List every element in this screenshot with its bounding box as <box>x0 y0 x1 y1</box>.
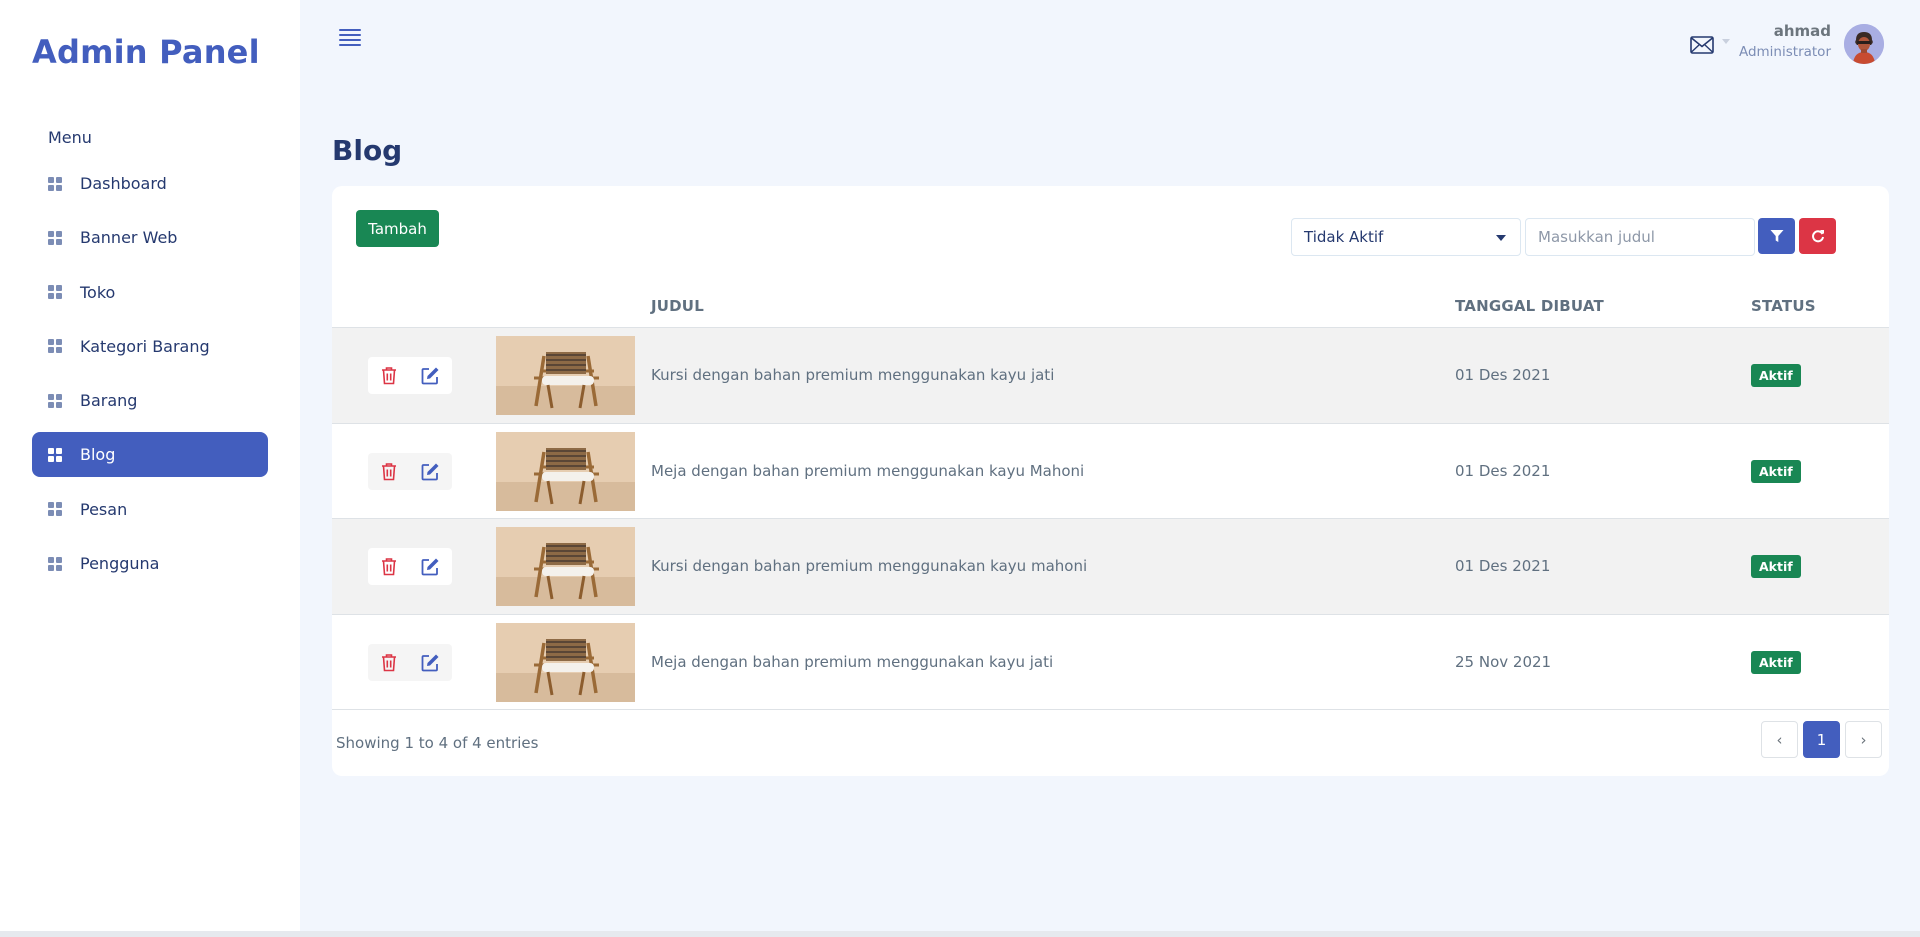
row-actions <box>368 357 452 394</box>
mail-icon[interactable] <box>1690 35 1714 55</box>
status-badge: Aktif <box>1751 459 1801 483</box>
column-header-judul: JUDUL <box>651 297 704 315</box>
chevron-down-icon[interactable] <box>1722 39 1730 44</box>
sidebar-item-toko[interactable]: Toko <box>32 270 268 315</box>
page-title: Blog <box>332 134 403 167</box>
blog-title: Kursi dengan bahan premium menggunakan k… <box>651 366 1055 384</box>
blog-date: 01 Des 2021 <box>1455 461 1551 480</box>
blog-title: Meja dengan bahan premium menggunakan ka… <box>651 461 1085 480</box>
user-name: ahmad <box>1773 22 1831 40</box>
horizontal-scrollbar[interactable] <box>0 931 1920 937</box>
row-actions <box>368 643 452 681</box>
blog-date: 01 Des 2021 <box>1455 557 1551 575</box>
status-badge: Aktif <box>1751 650 1801 674</box>
column-header-status: STATUS <box>1751 297 1816 315</box>
sidebar-item-label: Pengguna <box>80 554 160 574</box>
sidebar-item-blog[interactable]: Blog <box>32 432 268 478</box>
row-actions <box>368 452 452 490</box>
chevron-down-icon <box>1496 235 1506 241</box>
search-input[interactable] <box>1525 218 1755 256</box>
status-select-value: Tidak Aktif <box>1304 228 1384 246</box>
edit-icon[interactable] <box>421 653 440 672</box>
sidebar-item-pesan[interactable]: Pesan <box>32 487 268 532</box>
blog-table-card: Tambah Tidak Aktif JUDUL TANGGAL DIBUAT … <box>332 186 1889 776</box>
sidebar-item-label: Pesan <box>80 499 128 519</box>
add-button[interactable]: Tambah <box>356 210 439 247</box>
grid-icon <box>48 285 62 300</box>
blog-thumbnail <box>496 622 635 702</box>
trash-icon[interactable] <box>380 557 398 576</box>
blog-thumbnail <box>496 527 635 606</box>
blog-title: Kursi dengan bahan premium menggunakan k… <box>651 557 1088 575</box>
sidebar-item-banner-web[interactable]: Banner Web <box>32 215 268 260</box>
grid-icon <box>48 556 62 571</box>
edit-icon[interactable] <box>421 366 440 385</box>
sidebar-item-barang[interactable]: Barang <box>32 378 268 423</box>
status-select[interactable]: Tidak Aktif <box>1291 218 1521 256</box>
trash-icon[interactable] <box>380 653 398 672</box>
menu-toggle-icon[interactable] <box>339 29 361 47</box>
avatar[interactable] <box>1844 24 1884 64</box>
column-header-tanggal-dibuat: TANGGAL DIBUAT <box>1455 297 1604 315</box>
sidebar: Admin Panel Menu Dashboard Banner Web To… <box>0 0 300 937</box>
blog-title: Meja dengan bahan premium menggunakan ka… <box>651 652 1054 671</box>
table-row: Kursi dengan bahan premium menggunakan k… <box>332 328 1889 424</box>
grid-icon <box>48 502 62 517</box>
grid-icon <box>48 339 62 354</box>
table-row: Meja dengan bahan premium menggunakan ka… <box>332 424 1889 519</box>
grid-icon <box>48 230 62 245</box>
edit-icon[interactable] <box>421 462 440 481</box>
chevron-right-icon: › <box>1860 730 1867 749</box>
edit-icon[interactable] <box>421 557 440 576</box>
filter-button[interactable] <box>1758 218 1795 254</box>
sidebar-item-label: Toko <box>80 282 116 302</box>
grid-icon <box>48 176 62 191</box>
user-role: Administrator <box>1738 44 1831 60</box>
filter-icon <box>1770 230 1783 242</box>
grid-icon <box>48 393 62 408</box>
grid-icon <box>48 447 62 462</box>
table-row: Kursi dengan bahan premium menggunakan k… <box>332 519 1889 615</box>
blog-thumbnail <box>496 431 635 511</box>
sidebar-item-label: Kategori Barang <box>80 336 210 356</box>
pagination-next-button[interactable]: › <box>1845 721 1882 758</box>
row-actions <box>368 548 452 585</box>
pagination-page-1[interactable]: 1 <box>1803 721 1840 758</box>
sidebar-item-label: Dashboard <box>80 174 167 193</box>
blog-date: 01 Des 2021 <box>1455 366 1551 384</box>
sidebar-item-label: Banner Web <box>80 228 178 248</box>
status-badge: Aktif <box>1751 364 1801 387</box>
table-row: Meja dengan bahan premium menggunakan ka… <box>332 615 1889 710</box>
sidebar-item-pengguna[interactable]: Pengguna <box>32 541 268 586</box>
chevron-left-icon: ‹ <box>1776 730 1783 749</box>
status-badge: Aktif <box>1751 555 1801 578</box>
trash-icon[interactable] <box>380 462 398 481</box>
entries-info: Showing 1 to 4 of 4 entries <box>336 734 539 752</box>
sidebar-item-kategori-barang[interactable]: Kategori Barang <box>32 324 268 369</box>
pagination-prev-button[interactable]: ‹ <box>1761 721 1798 758</box>
menu-title: Menu <box>48 128 92 147</box>
refresh-icon <box>1811 230 1824 243</box>
sidebar-item-label: Barang <box>80 391 138 411</box>
sidebar-item-label: Blog <box>80 445 116 465</box>
sidebar-menu: Dashboard Banner Web Toko Kategori Baran… <box>32 161 268 595</box>
blog-thumbnail <box>496 336 635 415</box>
trash-icon[interactable] <box>380 366 398 385</box>
blog-date: 25 Nov 2021 <box>1455 652 1552 671</box>
app-logo[interactable]: Admin Panel <box>32 33 260 71</box>
sidebar-item-dashboard[interactable]: Dashboard <box>32 161 268 206</box>
refresh-button[interactable] <box>1799 218 1836 254</box>
